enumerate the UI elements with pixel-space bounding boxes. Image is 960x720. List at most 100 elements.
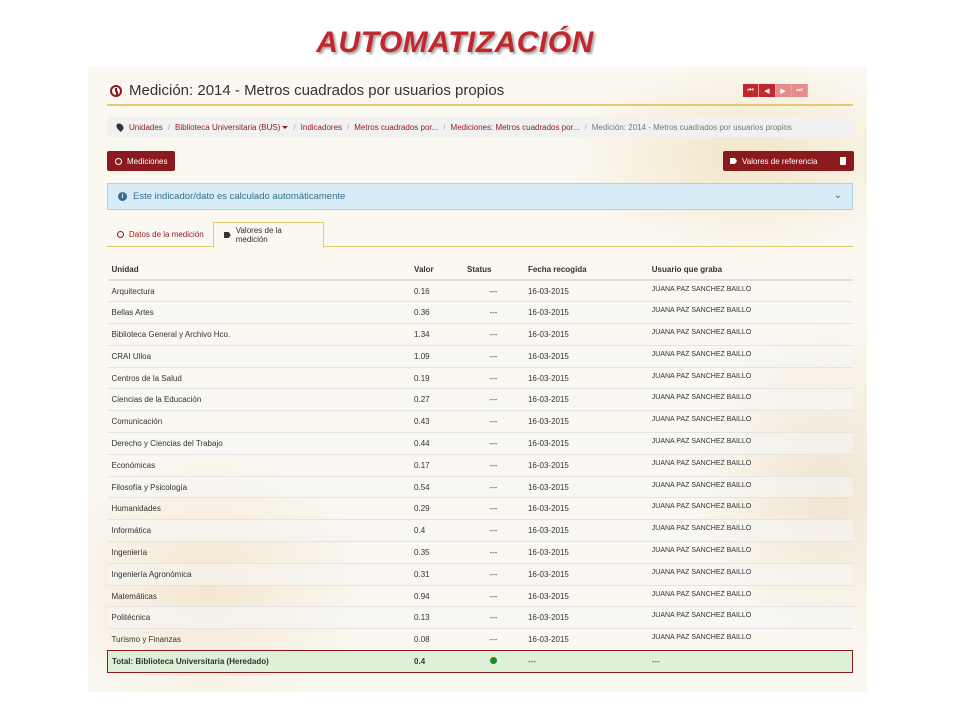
table-row[interactable]: Ingeniería Agronómica 0.31 --- 16-03-2015 JU… [107, 562, 853, 586]
table-row[interactable]: Politécnica 0.13 --- 16-03-2015 JUANA PAZ SA… [107, 606, 853, 629]
cell-unidad: CRAI Ulloa [107, 344, 411, 368]
cell-status: --- [463, 323, 524, 346]
table-row[interactable]: Ciencias de la Educación 0.27 --- 16-03-201… [107, 388, 853, 411]
cell-usuario: JUANA PAZ SANCHEZ BAILLO [647, 279, 853, 302]
table-row[interactable]: Biblioteca General y Archivo Hco. 1.34 ---… [107, 323, 853, 346]
last-record-button[interactable]: ⏭ [791, 84, 808, 97]
cell-unidad: Arquitectura [107, 279, 411, 302]
breadcrumb-item-indicadores[interactable]: Indicadores [301, 123, 342, 132]
table-row[interactable]: Ingeniería 0.35 --- 16-03-2015 JUANA PAZ SAN… [107, 541, 853, 564]
cell-valor: 0.29 [410, 497, 463, 520]
cell-unidad: Turismo y Finanzas [107, 628, 411, 651]
table-row[interactable]: CRAI Ulloa 1.09 --- 16-03-2015 JUANA PAZ SAN… [107, 344, 853, 368]
table-row[interactable]: Económicas 0.17 --- 16-03-2015 JUANA PAZ SAN… [107, 453, 853, 477]
cell-status: --- [463, 453, 524, 477]
cell-valor: 0.31 [410, 562, 463, 586]
column-header-usuario[interactable]: Usuario que graba [647, 260, 853, 281]
slide-title: AUTOMATIZACIÓN [316, 26, 594, 59]
cell-status: --- [463, 366, 524, 389]
cell-usuario-text: JUANA PAZ SANCHEZ BAILLO [651, 590, 752, 598]
cell-usuario-text: JUANA PAZ SANCHEZ BAILLO [651, 437, 752, 445]
table-row[interactable]: Arquitectura 0.16 --- 16-03-2015 JUANA PAZ S… [107, 279, 853, 302]
breadcrumb-current: Medición: 2014 - Metros cuadrados por us… [591, 122, 792, 132]
breadcrumb-item-mediciones[interactable]: Mediciones: Metros cuadrados por... [451, 123, 580, 132]
previous-record-button[interactable]: ◀ [759, 84, 776, 97]
green-dot-icon [489, 657, 497, 665]
breadcrumb-item-biblioteca-label: Biblioteca Universitaria (BUS) [175, 122, 281, 132]
breadcrumb-item-indicador[interactable]: Metros cuadrados por... [354, 123, 438, 132]
column-header-status[interactable]: Status [463, 260, 524, 281]
cell-fecha: 16-03-2015 [523, 279, 648, 302]
cell-usuario-text: JUANA PAZ SANCHEZ BAILLO [651, 459, 752, 467]
mediciones-button[interactable]: Mediciones [107, 151, 175, 171]
table-row[interactable]: Derecho y Ciencias del Trabajo 0.44 --- 16-… [107, 432, 853, 455]
cell-valor: 0.54 [410, 475, 463, 498]
cell-fecha: 16-03-2015 [523, 410, 648, 433]
cell-unidad: Bellas Artes [107, 301, 411, 324]
tags-icon [224, 232, 231, 238]
column-header-valor[interactable]: Valor [410, 260, 463, 281]
info-icon: i [118, 192, 127, 201]
breadcrumb: Unidades / Biblioteca Universitaria (BUS… [107, 117, 853, 137]
cell-usuario: JUANA PAZ SANCHEZ BAILLO [647, 410, 853, 433]
page-header: Medición: 2014 - Metros cuadrados por us… [107, 81, 853, 105]
breadcrumb-item-unidades[interactable]: Unidades [129, 123, 163, 132]
tab-datos-label: Datos de la medición [129, 230, 204, 239]
cell-usuario-text: JUANA PAZ SANCHEZ BAILLO [651, 350, 752, 358]
table-row[interactable]: Bellas Artes 0.36 --- 16-03-2015 JUANA PAZ S… [107, 301, 853, 324]
valores-referencia-button[interactable]: Valores de referencia [723, 151, 854, 171]
first-record-button[interactable]: ⏮ [743, 84, 760, 97]
cell-valor: 0.13 [410, 606, 463, 629]
valores-table: Unidad Valor Status Fecha recogida Usuar… [107, 260, 853, 674]
chevron-down-icon[interactable]: ⌄ [834, 190, 842, 201]
cell-valor: 0.36 [410, 301, 463, 324]
tab-datos-medicion[interactable]: Datos de la medición [107, 222, 214, 247]
table-row[interactable]: Comunicación 0.43 --- 16-03-2015 JUANA PAZ S… [107, 410, 853, 433]
tab-bar: Datos de la medición Valores de la medic… [107, 222, 853, 248]
column-header-fecha[interactable]: Fecha recogida [523, 260, 648, 281]
trash-icon[interactable] [840, 157, 846, 165]
cell-unidad: Matemáticas [107, 584, 411, 607]
table-row[interactable]: Centros de la Salud 0.19 --- 16-03-2015 JUAN… [107, 366, 853, 389]
cell-usuario-text: JUANA PAZ SANCHEZ BAILLO [651, 568, 752, 576]
cell-fecha: 16-03-2015 [523, 366, 648, 389]
table-row[interactable]: Humanidades 0.29 --- 16-03-2015 JUANA PAZ SA… [107, 497, 853, 520]
cell-fecha: 16-03-2015 [523, 475, 648, 498]
cell-status: --- [463, 497, 524, 520]
next-record-button[interactable]: ▶ [775, 84, 792, 97]
table-row[interactable]: Informática 0.4 --- 16-03-2015 JUANA PAZ SAN… [107, 519, 853, 542]
cell-valor: 0.4 [410, 519, 463, 542]
cell-usuario: JUANA PAZ SANCHEZ BAILLO [647, 388, 853, 411]
breadcrumb-separator: / [347, 122, 350, 132]
table-header-row: Unidad Valor Status Fecha recogida Usuar… [107, 260, 853, 281]
breadcrumb-separator: / [584, 122, 587, 132]
cell-usuario-text: JUANA PAZ SANCHEZ BAILLO [651, 416, 752, 424]
breadcrumb-separator: / [443, 122, 446, 132]
cell-usuario-text: JUANA PAZ SANCHEZ BAILLO [651, 394, 752, 402]
cell-fecha: 16-03-2015 [523, 388, 648, 411]
cell-status: --- [463, 388, 524, 411]
table-body: Arquitectura 0.16 --- 16-03-2015 JUANA PAZ S… [107, 279, 853, 651]
cell-unidad: Informática [107, 519, 411, 542]
table-row[interactable]: Filosofía y Psicología 0.54 --- 16-03-2015 J… [107, 475, 853, 498]
cell-unidad: Politécnica [107, 606, 411, 629]
cell-usuario: JUANA PAZ SANCHEZ BAILLO [647, 344, 853, 368]
map-pin-icon [115, 122, 125, 132]
cell-status: --- [463, 541, 524, 564]
cell-valor: 0.94 [410, 584, 463, 607]
table-row[interactable]: Turismo y Finanzas 0.08 --- 16-03-2015 JUANA… [107, 628, 853, 651]
cell-usuario: JUANA PAZ SANCHEZ BAILLO [647, 519, 853, 542]
cell-status: --- [463, 628, 524, 651]
tab-valores-medicion[interactable]: Valores de la medición [213, 222, 324, 248]
cell-usuario-text: JUANA PAZ SANCHEZ BAILLO [651, 503, 752, 511]
cell-usuario: JUANA PAZ SANCHEZ BAILLO [647, 366, 853, 389]
table-row[interactable]: Matemáticas 0.94 --- 16-03-2015 JUANA PAZ SA… [107, 584, 853, 607]
cell-usuario: JUANA PAZ SANCHEZ BAILLO [647, 301, 853, 324]
header-divider [107, 104, 853, 106]
cell-unidad: Ciencias de la Educación [107, 388, 411, 411]
cell-fecha: 16-03-2015 [523, 628, 648, 651]
breadcrumb-item-biblioteca[interactable]: Biblioteca Universitaria (BUS) [175, 122, 289, 132]
cell-status: --- [463, 432, 524, 455]
cell-usuario-text: JUANA PAZ SANCHEZ BAILLO [651, 307, 752, 315]
column-header-unidad[interactable]: Unidad [107, 260, 411, 281]
